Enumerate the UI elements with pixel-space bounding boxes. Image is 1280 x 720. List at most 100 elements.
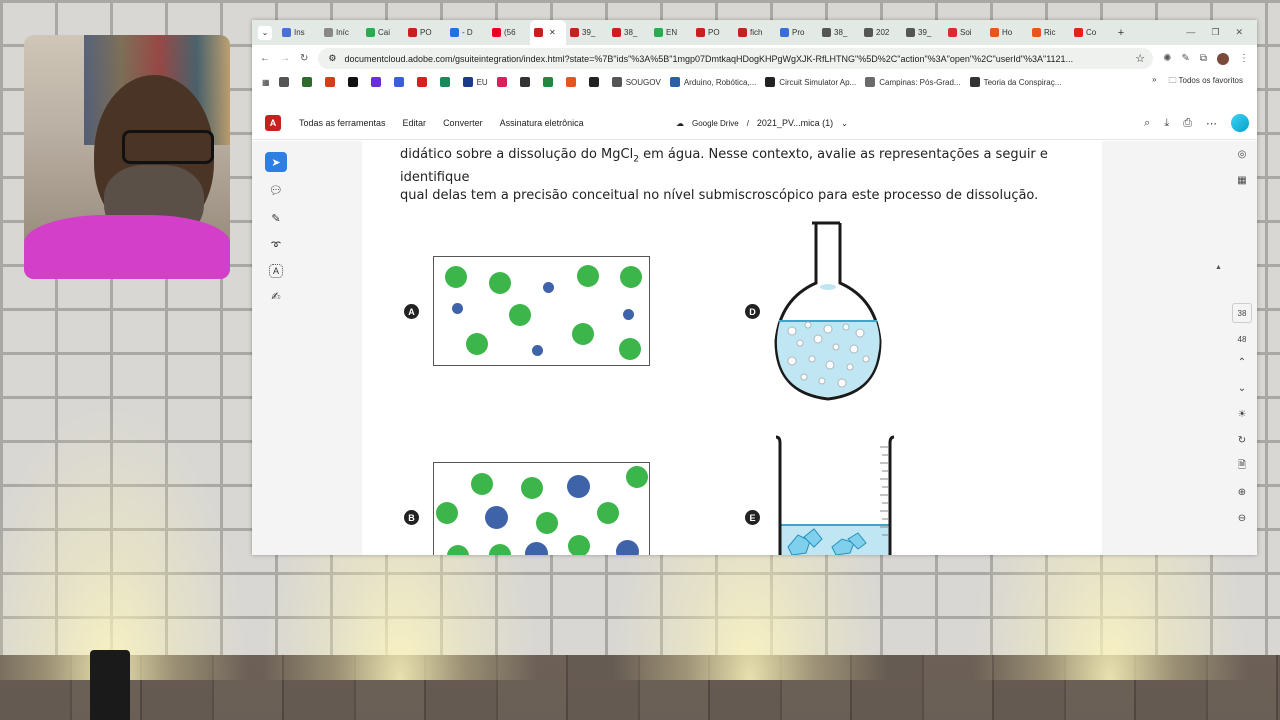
comment-icon[interactable]: 💬︎ <box>265 180 287 200</box>
bookmark-star-icon[interactable]: ☆ <box>1135 52 1153 65</box>
forward-icon[interactable]: → <box>280 53 290 64</box>
browser-tab[interactable]: fich <box>734 20 776 45</box>
page-up-icon[interactable]: ⌃ <box>1227 349 1257 375</box>
reload-icon[interactable]: ↻ <box>300 53 308 64</box>
bookmark-item[interactable] <box>439 77 454 87</box>
diagram-b <box>433 462 650 555</box>
browser-tab[interactable]: 38_ <box>608 20 650 45</box>
current-page-number[interactable]: 38 <box>1232 303 1252 323</box>
draw-pen-icon[interactable]: ✎ <box>265 208 287 228</box>
menu-edit[interactable]: Editar <box>403 118 427 128</box>
browser-tab[interactable]: EN <box>650 20 692 45</box>
browser-tab[interactable]: Pro <box>776 20 818 45</box>
ai-assistant-icon[interactable]: ◎ <box>1227 141 1257 167</box>
bookmark-item[interactable] <box>301 77 316 87</box>
close-window-icon[interactable]: ✕ <box>1235 27 1243 38</box>
zoom-in-icon[interactable]: ⊕ <box>1227 479 1257 505</box>
extensions-puzzle-icon[interactable]: ⧉ <box>1200 53 1207 64</box>
tab-label: PO <box>420 28 432 37</box>
tab-label: 38_ <box>624 28 638 37</box>
all-favorites[interactable]: 🗀 Todos os favoritos <box>1168 75 1243 89</box>
more-icon[interactable]: ⋯ <box>1206 117 1217 130</box>
back-icon[interactable]: ← <box>260 53 270 64</box>
bookmark-item[interactable] <box>370 77 385 87</box>
close-tab-icon[interactable]: ✕ <box>549 28 556 37</box>
bookmarks-bar: ▦ EU SOUGOV Arduino, Robótica,... Circuit S… <box>252 72 1257 92</box>
browser-tab[interactable]: 202 <box>860 20 902 45</box>
tab-label: Iníc <box>336 28 349 37</box>
rotate-icon[interactable]: ↻ <box>1227 427 1257 453</box>
brightness-icon[interactable]: ☀ <box>1227 401 1257 427</box>
vertical-scrollbar[interactable]: ▲ ▼ <box>1215 262 1223 555</box>
bookmark-item[interactable]: EU <box>462 77 488 87</box>
tab-favicon-icon <box>654 28 663 37</box>
browser-tab[interactable]: - D <box>446 20 488 45</box>
browser-tab[interactable]: Ric <box>1028 20 1070 45</box>
browser-tab[interactable]: Ho <box>986 20 1028 45</box>
download-icon[interactable]: ⤓ <box>1164 117 1169 130</box>
bookmark-item[interactable]: Teoria da Conspiraç... <box>969 77 1061 87</box>
browser-tab[interactable]: Iníc <box>320 20 362 45</box>
zoom-out-icon[interactable]: ⊖ <box>1227 505 1257 531</box>
browser-tab[interactable]: 39_ <box>902 20 944 45</box>
browser-tab[interactable]: 39_ <box>566 20 608 45</box>
tab-favicon-icon <box>1032 28 1041 37</box>
chevron-down-icon[interactable]: ⌄ <box>841 119 848 128</box>
select-cursor-icon[interactable]: ➤ <box>265 152 287 172</box>
browser-tab[interactable]: Ins <box>278 20 320 45</box>
browser-tab[interactable]: ✕ <box>530 20 566 45</box>
bookmark-favicon-icon <box>462 77 473 87</box>
sign-icon[interactable]: ✍︎ <box>265 286 287 306</box>
lasso-icon[interactable]: ➰︎ <box>265 236 287 256</box>
thumbnails-icon[interactable]: ▦ <box>1227 167 1257 193</box>
menu-convert[interactable]: Converter <box>443 118 483 128</box>
bookmark-item[interactable] <box>565 77 580 87</box>
browser-tab[interactable]: PO <box>692 20 734 45</box>
minimize-icon[interactable]: — <box>1186 27 1195 38</box>
file-name[interactable]: 2021_PV...mica (1) <box>757 118 833 128</box>
browser-tab[interactable]: PO <box>404 20 446 45</box>
browser-tab[interactable]: 38_ <box>818 20 860 45</box>
page-info-icon[interactable]: 🗎︎ <box>1227 453 1257 479</box>
bookmark-item[interactable] <box>542 77 557 87</box>
print-icon[interactable]: ⎙ <box>1183 117 1192 130</box>
bookmark-item[interactable] <box>324 77 339 87</box>
bookmark-item[interactable] <box>588 77 603 87</box>
tab-favicon-icon <box>366 28 375 37</box>
bookmark-item[interactable] <box>416 77 431 87</box>
apps-grid-icon[interactable]: ▦ <box>262 78 270 87</box>
bookmark-item[interactable] <box>347 77 362 87</box>
bookmark-item[interactable] <box>496 77 511 87</box>
bookmark-item[interactable]: SOUGOV <box>611 77 661 87</box>
bookmark-item[interactable] <box>393 77 408 87</box>
site-info-icon[interactable]: ⚙ <box>328 53 336 64</box>
browser-tab[interactable]: Cai <box>362 20 404 45</box>
browser-tab[interactable]: Soi <box>944 20 986 45</box>
edit-icon[interactable]: ✎ <box>1181 53 1189 64</box>
bookmark-item[interactable]: Arduino, Robótica,... <box>669 77 756 87</box>
menu-esign[interactable]: Assinatura eletrônica <box>500 118 584 128</box>
bookmark-item[interactable] <box>519 77 534 87</box>
next-page-number[interactable]: 48 <box>1238 329 1247 349</box>
restore-icon[interactable]: ❐ <box>1211 27 1219 38</box>
adobe-avatar[interactable] <box>1231 114 1249 132</box>
menu-kebab-icon[interactable]: ⋮ <box>1239 53 1249 64</box>
tab-search-button[interactable]: ⌄ <box>258 25 272 40</box>
url-field[interactable]: ⚙ documentcloud.adobe.com/gsuiteintegrat… <box>318 48 1154 69</box>
page-down-icon[interactable]: ⌄ <box>1227 375 1257 401</box>
browser-tab[interactable]: (56 <box>488 20 530 45</box>
new-tab-button[interactable]: + <box>1112 27 1130 39</box>
profile-avatar[interactable] <box>1217 52 1229 65</box>
file-breadcrumb: ☁ Google Drive / 2021_PV...mica (1) ⌄ <box>676 118 848 128</box>
more-bookmarks-icon[interactable]: » <box>1152 75 1156 89</box>
menu-all-tools[interactable]: Todas as ferramentas <box>299 118 386 128</box>
search-icon[interactable]: ⌕ <box>1144 117 1150 130</box>
text-box-icon[interactable]: A <box>269 264 283 278</box>
extension-icon[interactable]: ✺ <box>1163 53 1171 64</box>
tab-label: 202 <box>876 28 890 37</box>
bookmark-item[interactable]: Circuit Simulator Ap... <box>765 77 856 87</box>
bookmark-item[interactable] <box>278 77 293 87</box>
browser-tab[interactable]: Co <box>1070 20 1112 45</box>
drive-label[interactable]: Google Drive <box>692 119 739 128</box>
bookmark-item[interactable]: Campinas: Pós-Grad... <box>865 77 961 87</box>
